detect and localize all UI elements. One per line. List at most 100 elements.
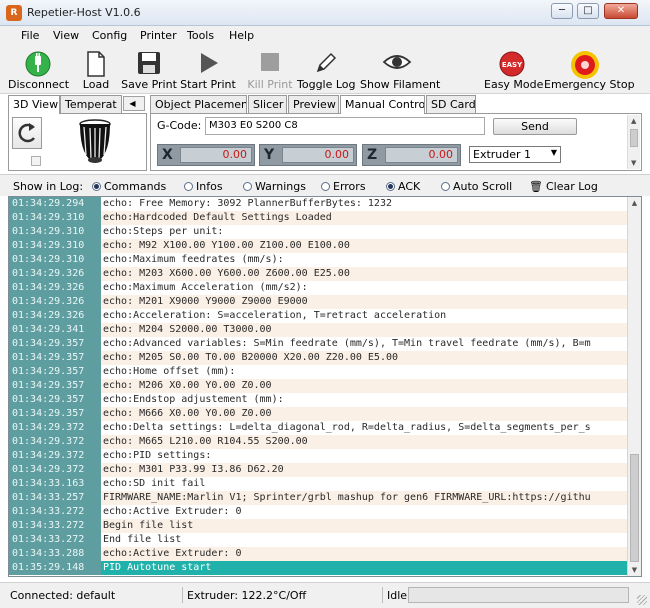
log-panel[interactable]: 01:34:29.294 echo: Free Memory: 3092 Plan…: [8, 196, 642, 577]
log-row[interactable]: 01:34:29.357 echo: M205 S0.00 T0.00 B2000…: [9, 351, 628, 365]
scroll-up-icon: ▲: [631, 117, 637, 125]
log-row[interactable]: 01:34:29.372 echo:Delta settings: L=delta…: [9, 421, 628, 435]
log-timestamp: 01:34:29.372: [9, 449, 101, 463]
radio-off-icon: [184, 182, 193, 191]
y-position-field[interactable]: 0.00: [282, 147, 354, 163]
log-message: echo:SD init fail: [103, 478, 206, 489]
x-position-field[interactable]: 0.00: [180, 147, 252, 163]
log-timestamp: 01:34:29.326: [9, 309, 101, 323]
radio-on-icon: [92, 182, 101, 191]
log-row[interactable]: 01:34:29.357 echo: M206 X0.00 Y0.00 Z0.00: [9, 379, 628, 393]
plug-icon: [25, 51, 51, 77]
log-timestamp: 01:34:29.357: [9, 393, 101, 407]
easy-badge-text: EASY: [502, 61, 523, 69]
disconnect-button[interactable]: Disconnect: [8, 48, 70, 92]
show-filament-label: Show Filament: [360, 78, 441, 91]
maximize-button[interactable]: □: [577, 3, 599, 19]
easy-mode-button[interactable]: EASY Easy Mode: [484, 48, 543, 92]
disconnect-label: Disconnect: [8, 78, 70, 91]
start-print-button[interactable]: Start Print: [180, 48, 236, 92]
menu-file[interactable]: File: [21, 29, 39, 42]
log-row[interactable]: 01:34:29.357 echo:Advanced variables: S=M…: [9, 337, 628, 351]
tab-sd-card[interactable]: SD Card: [426, 95, 476, 113]
emergency-stop-button[interactable]: Emergency Stop: [544, 48, 635, 92]
log-row[interactable]: 01:34:29.357 echo: M666 X0.00 Y0.00 Z0.00: [9, 407, 628, 421]
log-row[interactable]: 01:34:33.288 echo:Active Extruder: 0: [9, 547, 628, 561]
log-row[interactable]: 01:34:29.326 echo: M203 X600.00 Y600.00 Z…: [9, 267, 628, 281]
filter-errors[interactable]: Errors: [321, 180, 366, 193]
log-row[interactable]: 01:34:29.326 echo:Acceleration: S=acceler…: [9, 309, 628, 323]
tab-preview[interactable]: Preview: [288, 95, 339, 113]
log-row[interactable]: 01:34:29.357 echo:Home offset (mm):: [9, 365, 628, 379]
log-row[interactable]: 01:34:29.326 echo:Maximum Acceleration (m…: [9, 281, 628, 295]
reset-view-button[interactable]: [12, 117, 42, 149]
menu-tools[interactable]: Tools: [187, 29, 214, 42]
scroll-thumb[interactable]: [630, 129, 638, 147]
tab-3d-view[interactable]: 3D View: [8, 95, 60, 114]
radio-off-icon: [321, 182, 330, 191]
tab-scroll-arrows[interactable]: ◀ ▶: [123, 96, 145, 121]
log-row[interactable]: 01:34:29.372 echo:PID settings:: [9, 449, 628, 463]
log-row[interactable]: 01:34:29.372 echo: M665 L210.00 R104.55 S…: [9, 435, 628, 449]
log-message: echo:Active Extruder: 0: [103, 506, 242, 517]
kill-print-button[interactable]: Kill Print: [245, 48, 295, 92]
toolbar: Disconnect Load Save Print Start Print K…: [0, 46, 650, 94]
log-row[interactable]: 01:34:29.310 echo:Maximum feedrates (mm/s…: [9, 253, 628, 267]
emergency-stop-icon: [571, 51, 599, 79]
log-scrollbar[interactable]: ▲ ▼: [627, 197, 641, 576]
tab-temperature[interactable]: Temperat: [60, 95, 122, 113]
filter-commands[interactable]: Commands: [92, 180, 166, 193]
menu-printer[interactable]: Printer: [140, 29, 177, 42]
log-row[interactable]: 01:34:29.294 echo: Free Memory: 3092 Plan…: [9, 197, 628, 211]
filter-warnings[interactable]: Warnings: [243, 180, 306, 193]
log-row[interactable]: 01:34:33.272 End file list: [9, 533, 628, 547]
log-scroll-thumb[interactable]: [630, 454, 639, 562]
scroll-up-icon[interactable]: ▲: [630, 199, 639, 207]
load-button[interactable]: Load: [78, 48, 114, 92]
filter-infos[interactable]: Infos: [184, 180, 223, 193]
tab-manual-control[interactable]: Manual Control: [340, 95, 425, 114]
log-row[interactable]: 01:35:29.148 PID Autotune start: [9, 561, 628, 575]
close-button[interactable]: ✕: [604, 3, 638, 19]
clear-log-button[interactable]: 🗑 Clear Log: [529, 180, 598, 193]
filter-ack[interactable]: ACK: [386, 180, 420, 193]
tab-slicer[interactable]: Slicer: [248, 95, 287, 113]
log-row[interactable]: 01:34:29.310 echo:Hardcoded Default Setti…: [9, 211, 628, 225]
log-message: echo:PID settings:: [103, 450, 212, 461]
manual-control-scrollbar[interactable]: ▲ ▼: [627, 115, 640, 169]
scroll-down-icon[interactable]: ▼: [630, 566, 639, 574]
easy-mode-icon: EASY: [499, 51, 525, 77]
log-row[interactable]: 01:34:33.257 FIRMWARE_NAME:Marlin V1; Spr…: [9, 491, 628, 505]
minimize-button[interactable]: ─: [551, 3, 573, 19]
toggle-log-button[interactable]: Toggle Log: [297, 48, 356, 92]
log-row[interactable]: 01:34:29.372 echo: M301 P33.99 I3.86 D62.…: [9, 463, 628, 477]
log-row[interactable]: 01:34:29.341 echo: M204 S2000.00 T3000.00: [9, 323, 628, 337]
log-row[interactable]: 01:34:33.272 Begin file list: [9, 519, 628, 533]
connection-status: Connected: default: [10, 589, 116, 602]
trash-icon: 🗑: [529, 180, 543, 193]
auto-scroll-toggle[interactable]: Auto Scroll: [441, 180, 512, 193]
log-row[interactable]: 01:34:29.357 echo:Endstop adjustement (mm…: [9, 393, 628, 407]
log-row[interactable]: 01:34:33.163 echo:SD init fail: [9, 477, 628, 491]
gcode-input[interactable]: M303 E0 S200 C8: [205, 117, 485, 135]
status-divider: [182, 587, 183, 603]
log-timestamp: 01:34:29.294: [9, 197, 101, 211]
send-button[interactable]: Send: [493, 118, 577, 135]
menu-config[interactable]: Config: [92, 29, 127, 42]
log-row[interactable]: 01:34:33.272 echo:Active Extruder: 0: [9, 505, 628, 519]
resize-grip-icon[interactable]: [637, 595, 647, 605]
tab-object-placement[interactable]: Object Placement: [150, 95, 247, 113]
log-row[interactable]: 01:34:29.310 echo: M92 X100.00 Y100.00 Z1…: [9, 239, 628, 253]
log-timestamp: 01:34:29.326: [9, 295, 101, 309]
view-options-toggle[interactable]: [31, 156, 41, 166]
show-filament-button[interactable]: Show Filament: [360, 48, 441, 92]
log-row[interactable]: 01:34:29.326 echo: M201 X9000 Y9000 Z9000…: [9, 295, 628, 309]
save-print-button[interactable]: Save Print: [120, 48, 178, 92]
log-timestamp: 01:34:29.357: [9, 351, 101, 365]
z-position-field[interactable]: 0.00: [385, 147, 458, 163]
filter-ack-label: ACK: [398, 180, 421, 193]
log-row[interactable]: 01:34:29.310 echo:Steps per unit:: [9, 225, 628, 239]
menu-view[interactable]: View: [53, 29, 79, 42]
extruder-select[interactable]: Extruder 1 ▼: [469, 146, 561, 163]
menu-help[interactable]: Help: [229, 29, 254, 42]
